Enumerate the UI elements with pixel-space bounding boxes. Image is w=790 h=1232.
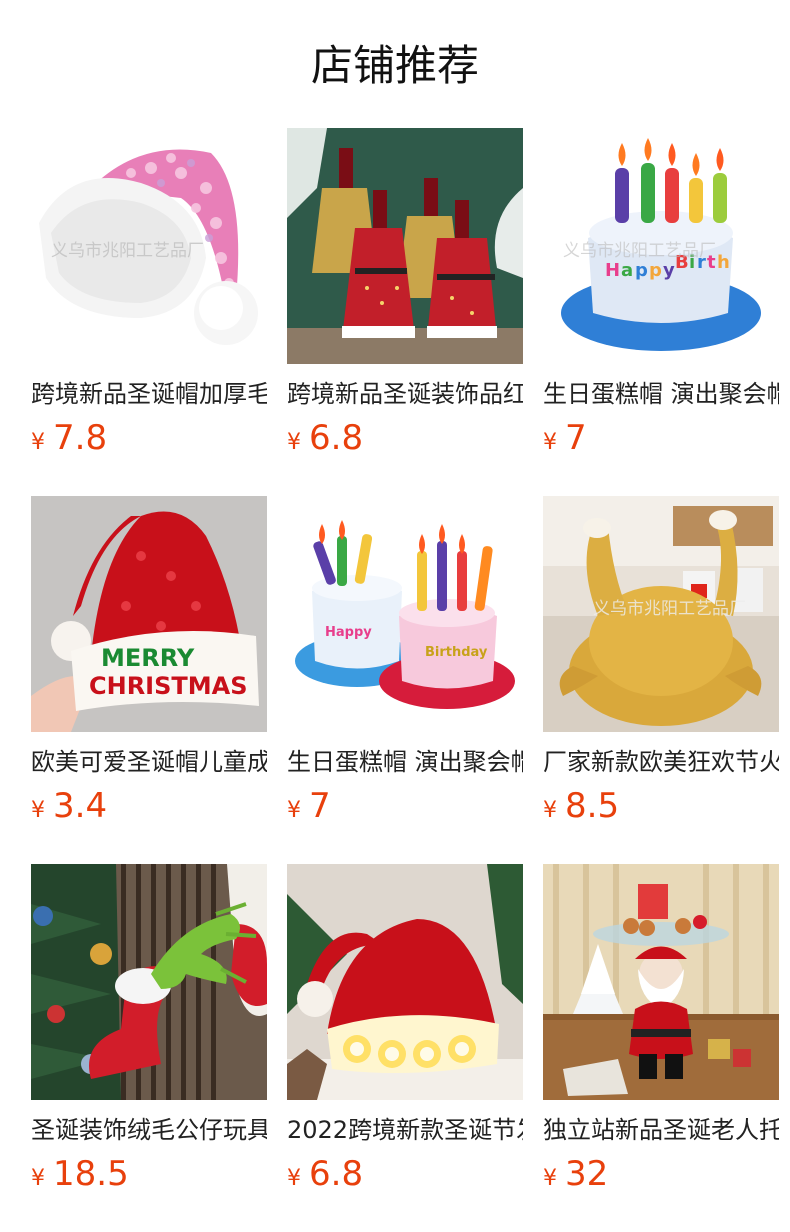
svg-text:p: p <box>635 260 648 281</box>
product-name[interactable]: 欧美可爱圣诞帽儿童成人亮片 <box>31 744 267 780</box>
product-price: ¥7 <box>543 418 587 458</box>
product-card[interactable]: 圣诞装饰绒毛公仔玩具 ¥18.5 <box>31 864 267 1200</box>
product-image[interactable] <box>31 864 267 1100</box>
product-image[interactable]: Happy Birth 义乌市兆阳工艺品厂 <box>543 128 779 364</box>
product-price: ¥3.4 <box>31 786 107 826</box>
product-image[interactable]: 义乌市兆阳工艺品厂 <box>543 496 779 732</box>
image-watermark: 义乌市兆阳工艺品厂 <box>563 241 716 261</box>
wine-bottle-cover-icon <box>287 128 523 364</box>
price-amount: 8.5 <box>565 786 620 826</box>
product-price: ¥7.8 <box>31 418 107 458</box>
svg-text:Birthday: Birthday <box>425 645 488 660</box>
price-amount: 7 <box>565 418 587 458</box>
image-watermark: 义乌市兆阳工艺品厂 <box>593 599 746 619</box>
product-image[interactable] <box>287 864 523 1100</box>
product-name[interactable]: 跨境新品圣诞帽加厚毛绒亮片圣诞帽 <box>31 376 267 412</box>
birthday-cake-hats-pair-icon: Happy Birthday <box>287 496 523 732</box>
page-title: 店铺推荐 <box>310 41 479 90</box>
price-amount: 6.8 <box>309 1154 364 1194</box>
product-price: ¥6.8 <box>287 1154 363 1194</box>
svg-text:y: y <box>663 260 675 281</box>
currency-symbol: ¥ <box>543 430 557 455</box>
pink-sequin-santa-hat-icon: 义乌市兆阳工艺品厂 <box>31 128 267 364</box>
product-name[interactable]: 生日蛋糕帽 演出聚会帽子 <box>287 744 523 780</box>
currency-symbol: ¥ <box>287 1166 301 1191</box>
product-price: ¥7 <box>287 786 331 826</box>
product-card[interactable]: Happy Birthday 生日蛋糕帽 演出聚会帽子 ¥7 <box>287 496 523 832</box>
svg-text:Happy: Happy <box>325 625 372 640</box>
price-amount: 7.8 <box>53 418 108 458</box>
currency-symbol: ¥ <box>31 430 45 455</box>
currency-symbol: ¥ <box>31 798 45 823</box>
birthday-cake-hat-icon: Happy Birth 义乌市兆阳工艺品厂 <box>543 128 779 364</box>
svg-text:p: p <box>649 260 662 281</box>
product-price: ¥32 <box>543 1154 608 1194</box>
product-card[interactable]: 独立站新品圣诞老人托盘摆件 ¥32 <box>543 864 779 1200</box>
product-name[interactable]: 圣诞装饰绒毛公仔玩具 <box>31 1112 267 1148</box>
svg-text:a: a <box>621 260 633 281</box>
santa-tray-statue-icon <box>543 864 779 1100</box>
product-image[interactable]: Happy Birthday <box>287 496 523 732</box>
product-price: ¥6.8 <box>287 418 363 458</box>
currency-symbol: ¥ <box>31 1166 45 1191</box>
image-watermark: 义乌市兆阳工艺品厂 <box>51 241 204 261</box>
product-image[interactable] <box>543 864 779 1100</box>
svg-text:CHRISTMAS: CHRISTMAS <box>89 672 248 700</box>
product-name[interactable]: 2022跨境新款圣诞节发光圣诞帽 <box>287 1112 523 1148</box>
product-name[interactable]: 跨境新品圣诞装饰品红酒瓶套 <box>287 376 523 412</box>
product-price: ¥18.5 <box>31 1154 129 1194</box>
currency-symbol: ¥ <box>543 798 557 823</box>
product-name[interactable]: 生日蛋糕帽 演出聚会帽子 <box>543 376 779 412</box>
product-image[interactable]: MERRY CHRISTMAS <box>31 496 267 732</box>
currency-symbol: ¥ <box>543 1166 557 1191</box>
product-card[interactable]: 义乌市兆阳工艺品厂 厂家新款欧美狂欢节火鸡帽 ¥8.5 <box>543 496 779 832</box>
price-amount: 32 <box>565 1154 609 1194</box>
product-image[interactable]: 义乌市兆阳工艺品厂 <box>31 128 267 364</box>
product-name[interactable]: 独立站新品圣诞老人托盘摆件 <box>543 1112 779 1148</box>
product-image[interactable] <box>287 128 523 364</box>
led-santa-hat-icon <box>287 864 523 1100</box>
store-recommendations-page: 店铺推荐 义乌市兆阳工艺品厂 跨境新品圣诞帽加厚毛 ¥ 7.8 跨境新品圣诞装饰… <box>0 0 790 1232</box>
svg-text:MERRY: MERRY <box>101 644 195 672</box>
product-card[interactable]: 跨境新品圣诞装饰品红酒瓶套 ¥6.8 <box>287 128 523 464</box>
product-card[interactable]: 2022跨境新款圣诞节发光圣诞帽 ¥6.8 <box>287 864 523 1200</box>
grinch-arm-decoration-icon <box>31 864 267 1100</box>
merry-christmas-hat-icon: MERRY CHRISTMAS <box>31 496 267 732</box>
svg-text:h: h <box>717 252 730 273</box>
product-card[interactable]: 义乌市兆阳工艺品厂 跨境新品圣诞帽加厚毛绒亮片圣诞帽 ¥7.8 <box>31 128 267 464</box>
price-amount: 7 <box>309 786 331 826</box>
currency-symbol: ¥ <box>287 430 301 455</box>
product-card[interactable]: MERRY CHRISTMAS 欧美可爱圣诞帽儿童成人亮片 ¥3.4 <box>31 496 267 832</box>
product-card[interactable]: Happy Birth 义乌市兆阳工艺品厂 生日蛋糕帽 演出聚会帽子 ¥7 <box>543 128 779 464</box>
price-amount: 3.4 <box>53 786 108 826</box>
currency-symbol: ¥ <box>287 798 301 823</box>
product-name[interactable]: 厂家新款欧美狂欢节火鸡帽 <box>543 744 779 780</box>
turkey-hat-icon: 义乌市兆阳工艺品厂 <box>543 496 779 732</box>
product-price: ¥8.5 <box>543 786 619 826</box>
price-amount: 18.5 <box>53 1154 129 1194</box>
svg-text:H: H <box>605 260 620 281</box>
price-amount: 6.8 <box>309 418 364 458</box>
